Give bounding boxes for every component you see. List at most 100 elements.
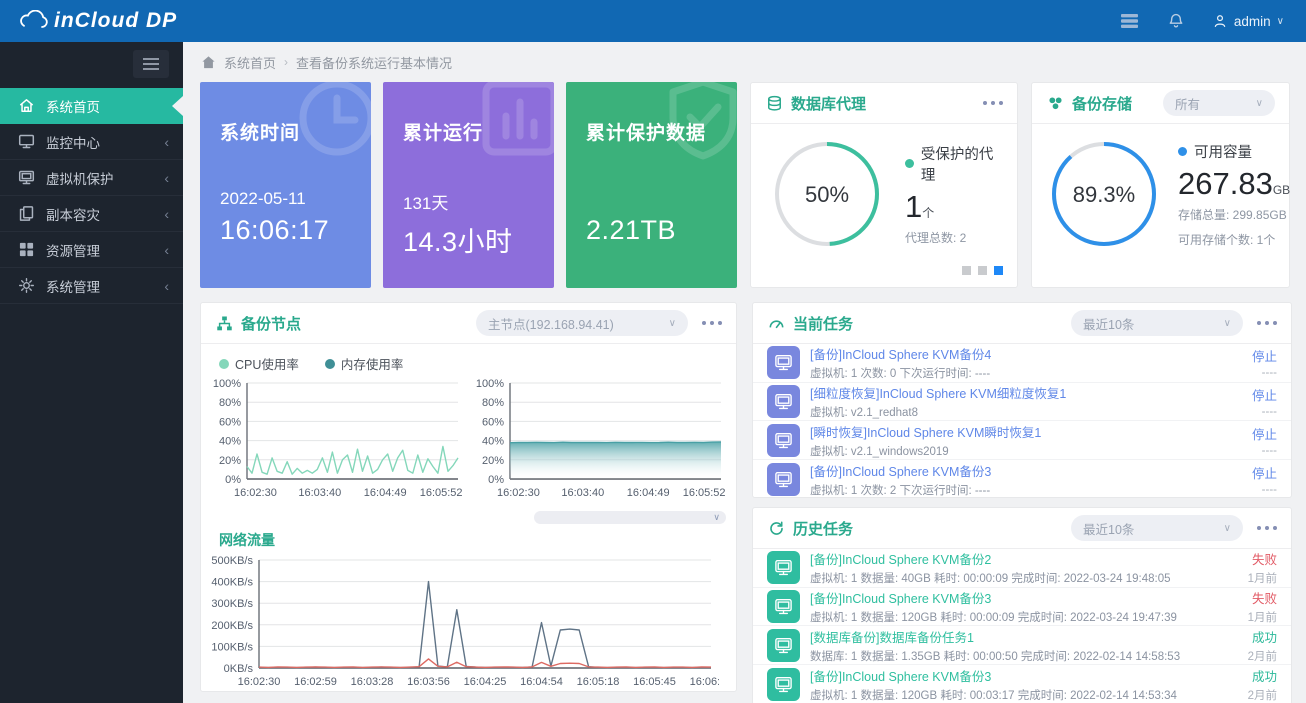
- memory-legend-label: 内存使用率: [341, 354, 404, 373]
- network-range-select[interactable]: ∨: [534, 511, 726, 524]
- storage-filter-select[interactable]: 所有∨: [1163, 90, 1275, 116]
- chevron-left-icon: ‹: [164, 134, 169, 150]
- panel-more-menu[interactable]: [1257, 321, 1277, 325]
- x-axis-tick-label: 16:05:52: [683, 487, 726, 499]
- x-axis-tick-label: 16:03:56: [407, 676, 450, 688]
- y-axis-tick-label: 0%: [488, 474, 504, 486]
- stat-card-chart: 累计运行131天14.3小时: [383, 82, 554, 288]
- sidebar-item-label: 监控中心: [46, 132, 100, 152]
- cloud-logo-icon: [18, 10, 48, 32]
- sidebar-collapse-button[interactable]: [133, 50, 169, 78]
- stop-task-button[interactable]: 停止: [1252, 385, 1277, 404]
- sidebar-item-copy[interactable]: 副本容灾‹: [0, 196, 183, 232]
- sidebar-item-grid[interactable]: 资源管理‹: [0, 232, 183, 268]
- x-axis-tick-label: 16:05:45: [633, 676, 676, 688]
- chevron-left-icon: ‹: [164, 170, 169, 186]
- stop-task-button[interactable]: 停止: [1252, 463, 1277, 482]
- donut-percent-label: 50%: [805, 182, 849, 207]
- history-tasks-panel: 历史任务 最近10条∨ [备份]InCloud Sphere KVM备份2虚拟机…: [752, 507, 1292, 703]
- sidebar-item-label: 系统管理: [46, 276, 100, 296]
- task-title-link[interactable]: [数据库备份]数据库备份任务1: [810, 627, 1238, 646]
- chevron-down-icon: ∨: [1256, 98, 1263, 109]
- task-title-link[interactable]: [瞬时恢复]InCloud Sphere KVM瞬时恢复1: [810, 422, 1242, 441]
- storage-icon: [1047, 95, 1064, 112]
- panel-title-label: 备份存储: [1072, 93, 1132, 114]
- task-meta: 虚拟机: 1 数据量: 120GB 耗时: 00:00:09 完成时间: 202…: [810, 609, 1238, 625]
- task-meta: 虚拟机: 1 数据量: 40GB 耗时: 00:00:09 完成时间: 2022…: [810, 570, 1238, 586]
- history-icon: [768, 520, 785, 537]
- task-title-link[interactable]: [备份]InCloud Sphere KVM备份2: [810, 549, 1238, 568]
- task-title-link[interactable]: [细粒度恢复]InCloud Sphere KVM细粒度恢复1: [810, 383, 1242, 402]
- task-title-link[interactable]: [备份]InCloud Sphere KVM备份3: [810, 588, 1238, 607]
- select-value: 主节点(192.168.94.41): [488, 314, 614, 333]
- task-row: [备份]InCloud Sphere KVM备份3 虚拟机: 1 数据量: 120…: [753, 588, 1291, 627]
- stop-task-button[interactable]: 停止: [1252, 346, 1277, 365]
- logo-text: inCloud DP: [54, 9, 177, 33]
- db-agent-donut-chart: 50%: [771, 138, 883, 250]
- panel-title-label: 当前任务: [793, 313, 853, 334]
- servers-icon[interactable]: [1120, 11, 1140, 31]
- db-agent-panel: 数据库代理 50% 受保护的代理 1个 代理总数: 2: [750, 82, 1018, 288]
- panel-more-menu[interactable]: [983, 101, 1003, 105]
- sidebar-item-desktop[interactable]: 虚拟机保护 ‹: [0, 160, 183, 196]
- sidebar-item-label: 系统首页: [46, 96, 100, 116]
- chevron-down-icon: ∨: [1224, 523, 1231, 534]
- monitor-icon: [18, 133, 35, 150]
- stat-card-value: 16:06:17: [220, 215, 359, 246]
- pager-dot-1[interactable]: [962, 266, 971, 275]
- usage-legend: CPU使用率 内存使用率: [201, 344, 736, 375]
- current-tasks-panel: 当前任务 最近10条∨ [备份]InCloud Sphere KVM备份4 虚拟机…: [752, 302, 1292, 498]
- pager-dot-2[interactable]: [978, 266, 987, 275]
- y-axis-tick-label: 20%: [219, 455, 241, 467]
- sidebar-item-label: 虚拟机保护: [46, 168, 114, 188]
- select-value: 最近10条: [1083, 314, 1134, 333]
- vm-icon: [767, 590, 800, 623]
- chevron-left-icon: ‹: [164, 278, 169, 294]
- history-tasks-filter-select[interactable]: 最近10条 ∨: [1071, 515, 1243, 541]
- x-axis-tick-label: 16:04:25: [464, 676, 507, 688]
- sidebar-item-monitor[interactable]: 监控中心 ‹: [0, 124, 183, 160]
- vm-icon: [767, 551, 800, 584]
- current-tasks-filter-select[interactable]: 最近10条∨: [1071, 310, 1243, 336]
- current-task-list: [备份]InCloud Sphere KVM备份4 虚拟机: 1 次数: 0 下次…: [753, 344, 1291, 499]
- copy-icon: [18, 205, 35, 222]
- task-meta: 虚拟机: v2.1_windows2019: [810, 443, 1242, 459]
- right-column: 当前任务 最近10条 ∨ [备份]InCloud Sphere KVM备份4 虚拟机…: [752, 302, 1292, 703]
- x-axis-tick-label: 16:02:30: [234, 487, 277, 499]
- user-icon: [1212, 13, 1228, 29]
- database-icon: [766, 95, 783, 112]
- select-value: 最近10条: [1083, 519, 1134, 538]
- task-title-link[interactable]: [备份]InCloud Sphere KVM备份3: [810, 666, 1238, 685]
- app-root: inCloud DP admin ∨ 系统首页监控中心 ‹ 虚拟机保护 ‹ 副本容灾‹资…: [0, 0, 1306, 703]
- task-meta: 虚拟机: 1 次数: 0 下次运行时间: ----: [810, 365, 1242, 381]
- sidebar-item-home[interactable]: 系统首页: [0, 88, 183, 124]
- pager-dot-3[interactable]: [994, 266, 1003, 275]
- backup-storage-panel: 备份存储 所有∨ 89.3% 可用容量 267.83GB 存储总量: 299.8…: [1031, 82, 1290, 288]
- task-title-link[interactable]: [备份]InCloud Sphere KVM备份4: [810, 344, 1242, 363]
- bell-icon[interactable]: [1166, 11, 1186, 31]
- x-axis-tick-label: 16:02:59: [294, 676, 337, 688]
- task-title-link[interactable]: [备份]InCloud Sphere KVM备份3: [810, 461, 1242, 480]
- stat-card-line1: 2022-05-11: [220, 189, 359, 209]
- legend-dot: [905, 159, 914, 168]
- stat-cards: 系统时间2022-05-1116:06:17累计运行131天14.3小时累计保护…: [200, 82, 737, 288]
- x-axis-tick-label: 16:03:40: [298, 487, 341, 499]
- cpu-legend-label: CPU使用率: [235, 354, 299, 373]
- panel-more-menu[interactable]: [1257, 526, 1277, 530]
- y-axis-tick-label: 80%: [482, 397, 504, 409]
- y-axis-tick-label: 0KB/s: [224, 663, 254, 675]
- y-axis-tick-label: 400KB/s: [211, 577, 253, 589]
- stop-task-button[interactable]: 停止: [1252, 424, 1277, 443]
- sidebar-menu: 系统首页监控中心 ‹ 虚拟机保护 ‹ 副本容灾‹资源管理‹ 系统管理 ‹: [0, 88, 183, 304]
- breadcrumb-home-link[interactable]: 系统首页: [224, 53, 276, 72]
- user-menu[interactable]: admin ∨: [1212, 13, 1284, 29]
- task-action-sub: ----: [1252, 445, 1277, 457]
- node-select[interactable]: 主节点(192.168.94.41)∨: [476, 310, 688, 336]
- stat-card-value: 14.3小时: [403, 220, 542, 259]
- sidebar-item-gear[interactable]: 系统管理 ‹: [0, 268, 183, 304]
- x-axis-tick-label: 16:02:30: [238, 676, 281, 688]
- cpu-usage-chart: 0%20%40%60%80%100%16:02:3016:03:4016:04:…: [203, 375, 466, 507]
- x-axis-tick-label: 16:04:49: [627, 487, 670, 499]
- task-row: [备份]InCloud Sphere KVM备份4 虚拟机: 1 次数: 0 下次…: [753, 344, 1291, 383]
- panel-more-menu[interactable]: [702, 321, 722, 325]
